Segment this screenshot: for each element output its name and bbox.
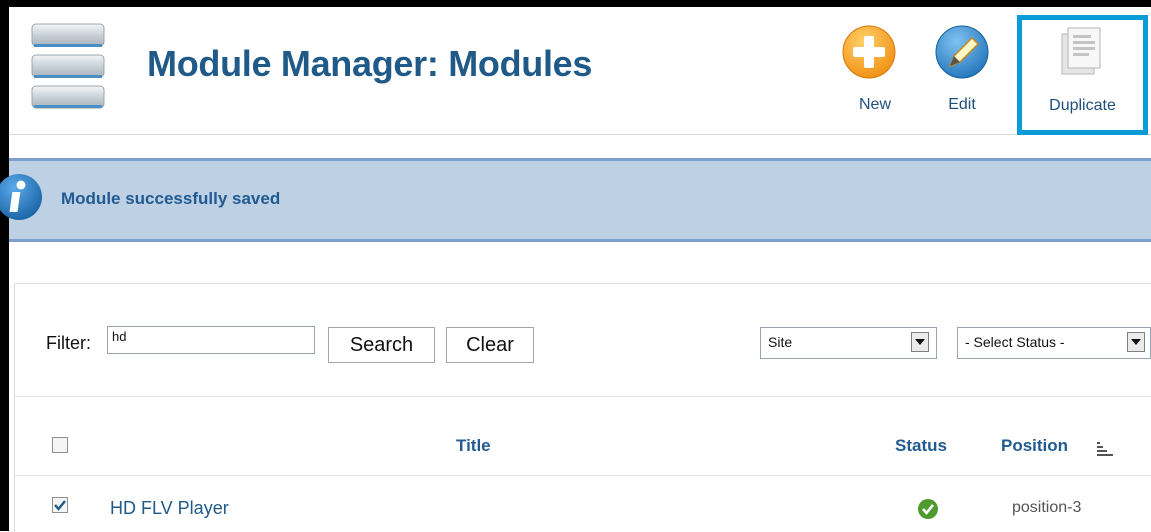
edit-label: Edit xyxy=(948,96,976,113)
panel-divider xyxy=(14,396,1151,397)
client-select[interactable]: Site xyxy=(760,327,937,359)
select-all-checkbox[interactable] xyxy=(52,437,68,453)
chevron-down-icon[interactable] xyxy=(911,332,929,352)
filter-input[interactable]: hd xyxy=(107,326,315,354)
row-checkbox[interactable] xyxy=(52,497,68,513)
status-select[interactable]: - Select Status - xyxy=(957,327,1151,359)
duplicate-icon xyxy=(1061,27,1101,75)
new-button[interactable]: New xyxy=(835,24,915,124)
column-header-title[interactable]: Title xyxy=(456,436,491,456)
row-title-link[interactable]: HD FLV Player xyxy=(110,498,229,519)
row-position: position-3 xyxy=(1012,499,1082,516)
header-divider xyxy=(9,134,1151,135)
clear-button[interactable]: Clear xyxy=(446,327,534,363)
duplicate-label: Duplicate xyxy=(1049,97,1116,114)
pencil-icon xyxy=(935,25,989,79)
filter-panel xyxy=(14,283,1151,532)
duplicate-button[interactable]: Duplicate xyxy=(1017,15,1148,135)
column-header-status[interactable]: Status xyxy=(895,436,947,456)
window-frame-top xyxy=(0,0,1151,7)
module-stack-icon xyxy=(31,23,105,109)
filter-label: Filter: xyxy=(46,333,91,353)
window-frame-left xyxy=(0,0,9,531)
search-button[interactable]: Search xyxy=(328,327,435,363)
chevron-down-icon[interactable] xyxy=(1127,332,1145,352)
message-text: Module successfully saved xyxy=(61,189,281,208)
info-icon xyxy=(0,174,42,220)
status-select-value: - Select Status - xyxy=(965,334,1065,350)
checkmark-icon xyxy=(54,500,66,511)
client-select-value: Site xyxy=(768,334,793,350)
sort-ascending-icon[interactable] xyxy=(1096,441,1114,457)
edit-button[interactable]: Edit xyxy=(922,24,1002,124)
message-bar: Module successfully saved xyxy=(0,158,1151,242)
plus-icon xyxy=(842,25,896,79)
header-row-divider xyxy=(14,475,1151,476)
page-title: Module Manager: Modules xyxy=(147,43,593,84)
column-header-position[interactable]: Position xyxy=(1001,436,1068,456)
published-check-icon[interactable] xyxy=(917,498,939,520)
new-label: New xyxy=(858,96,891,113)
